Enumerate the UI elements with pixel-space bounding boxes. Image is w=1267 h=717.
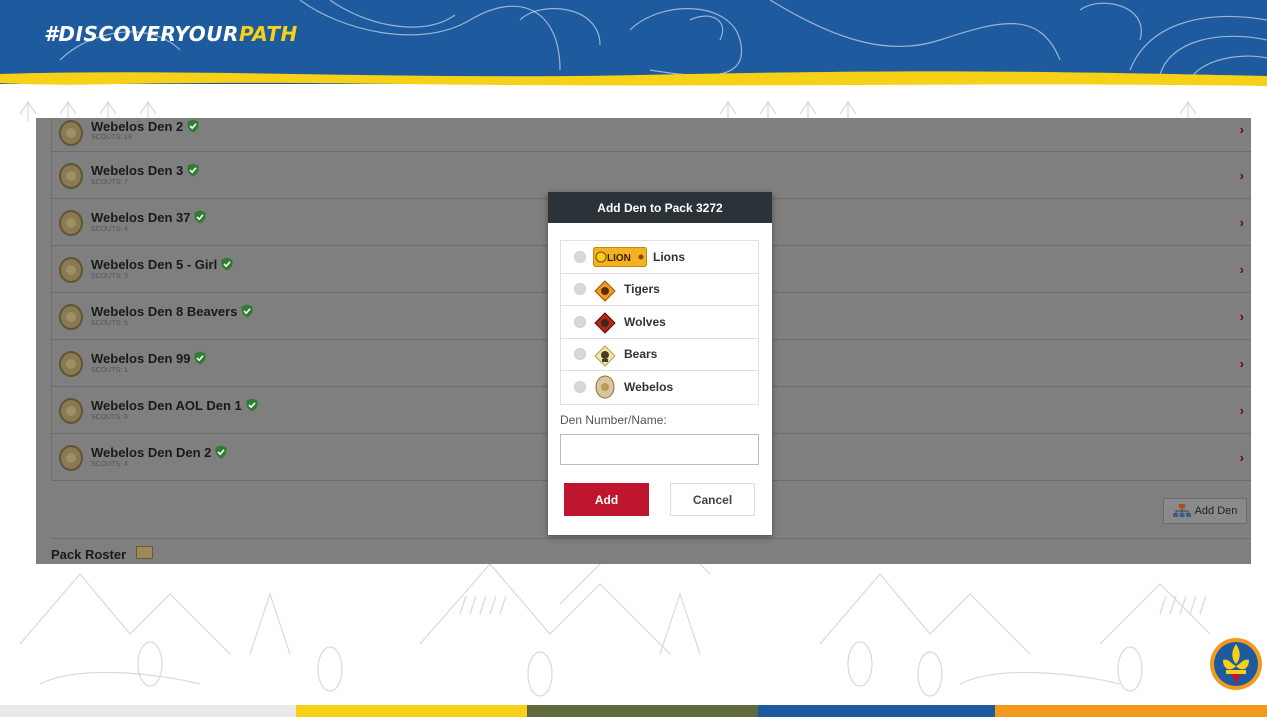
add-den-dialog: Add Den to Pack 3272 LION Lions Tigers W… [548,192,772,535]
shield-check-icon [241,304,253,318]
hashtag-title: #DISCOVERYOURPATH [44,22,298,46]
scout-count: SCOUTS: 4 [91,226,128,233]
den-number-input[interactable] [560,434,759,465]
cancel-button[interactable]: Cancel [670,483,755,516]
tigers-label: Tigers [624,282,660,297]
pack-roster-section[interactable]: Pack Roster [51,538,1251,564]
add-den-button[interactable]: Add Den [1163,498,1247,524]
shield-check-icon [194,351,206,365]
scout-count: SCOUTS: 1 [91,367,128,374]
wolf-badge-icon [594,312,616,334]
scout-count: SCOUTS: 5 [91,320,128,327]
shield-check-icon [221,257,233,271]
den-name-text: Webelos Den 8 Beavers [91,304,238,319]
scout-count: SCOUTS: 3 [91,273,128,280]
chevron-right-icon[interactable]: › [1240,215,1244,230]
den-name: Webelos Den 37 [91,210,206,225]
den-name: Webelos Den Den 2 [91,445,227,460]
webelos-rank-icon [59,210,83,236]
den-name: Webelos Den 99 [91,351,206,366]
bears-label: Bears [624,347,658,362]
den-number-label: Den Number/Name: [560,413,667,427]
roster-card-icon [136,546,153,559]
option-tigers[interactable]: Tigers [561,274,758,306]
scout-count: SCOUTS: 19 [91,134,132,141]
den-name: Webelos Den 5 - Girl [91,257,233,272]
wolves-radio[interactable] [574,315,586,328]
chevron-right-icon[interactable]: › [1240,262,1244,277]
den-name-text: Webelos Den AOL Den 1 [91,398,242,413]
org-chart-icon [1172,504,1191,517]
webelos-label: Webelos [624,380,674,395]
webelos-rank-icon [59,351,83,377]
den-name-text: Webelos Den 2 [91,119,184,134]
wolves-label: Wolves [624,314,666,329]
webelos-rank-icon [59,445,83,471]
chevron-right-icon[interactable]: › [1240,122,1244,137]
add-button[interactable]: Add [564,483,649,516]
webelos-rank-icon [59,120,83,146]
tiger-badge-icon [594,279,616,302]
den-name: Webelos Den 8 Beavers [91,304,253,319]
option-lions[interactable]: LION Lions [561,241,758,274]
shield-check-icon [187,163,199,177]
shield-check-icon [215,445,227,459]
scout-count: SCOUTS: 4 [91,461,128,468]
shield-check-icon [246,398,258,412]
lions-radio[interactable] [574,250,586,263]
den-name-text: Webelos Den 3 [91,163,184,178]
chevron-right-icon[interactable]: › [1240,356,1244,371]
option-webelos[interactable]: Webelos [561,371,758,404]
den-row[interactable]: Webelos Den 2 SCOUTS: 19 › [52,118,1251,152]
shield-check-icon [187,119,199,133]
den-name-text: Webelos Den 37 [91,210,191,225]
dialog-title: Add Den to Pack 3272 [548,192,772,223]
bears-radio[interactable] [574,348,586,361]
den-name: Webelos Den 3 [91,163,199,178]
chevron-right-icon[interactable]: › [1240,450,1244,465]
add-den-label: Add Den [1194,505,1238,517]
bottom-color-stripes [0,705,1267,717]
bear-badge-icon [594,344,616,367]
webelos-rank-icon [59,398,83,424]
council-logo-icon [1210,638,1262,690]
den-name-text: Webelos Den 99 [91,351,191,366]
chevron-right-icon[interactable]: › [1240,168,1244,183]
den-name-text: Webelos Den Den 2 [91,445,212,460]
chevron-right-icon[interactable]: › [1240,403,1244,418]
option-wolves[interactable]: Wolves [561,306,758,339]
den-type-options: LION Lions Tigers Wolves Bears Webelos [560,240,759,405]
scout-count: SCOUTS: 7 [91,179,128,186]
tigers-radio[interactable] [574,283,586,296]
webelos-badge-icon [595,375,615,399]
shield-check-icon [194,210,206,224]
chevron-right-icon[interactable]: › [1240,309,1244,324]
den-name-text: Webelos Den 5 - Girl [91,257,218,272]
webelos-rank-icon [59,304,83,330]
scout-count: SCOUTS: 6 [91,414,128,421]
den-name: Webelos Den AOL Den 1 [91,398,258,413]
lion-badge-icon: LION [593,247,647,267]
webelos-rank-icon [59,257,83,283]
den-name: Webelos Den 2 [91,119,199,134]
webelos-radio[interactable] [574,381,586,394]
webelos-rank-icon [59,163,83,189]
pack-roster-label: Pack Roster [51,547,127,562]
svg-text:LION: LION [607,253,631,264]
lions-label: Lions [653,249,685,264]
option-bears[interactable]: Bears [561,339,758,371]
